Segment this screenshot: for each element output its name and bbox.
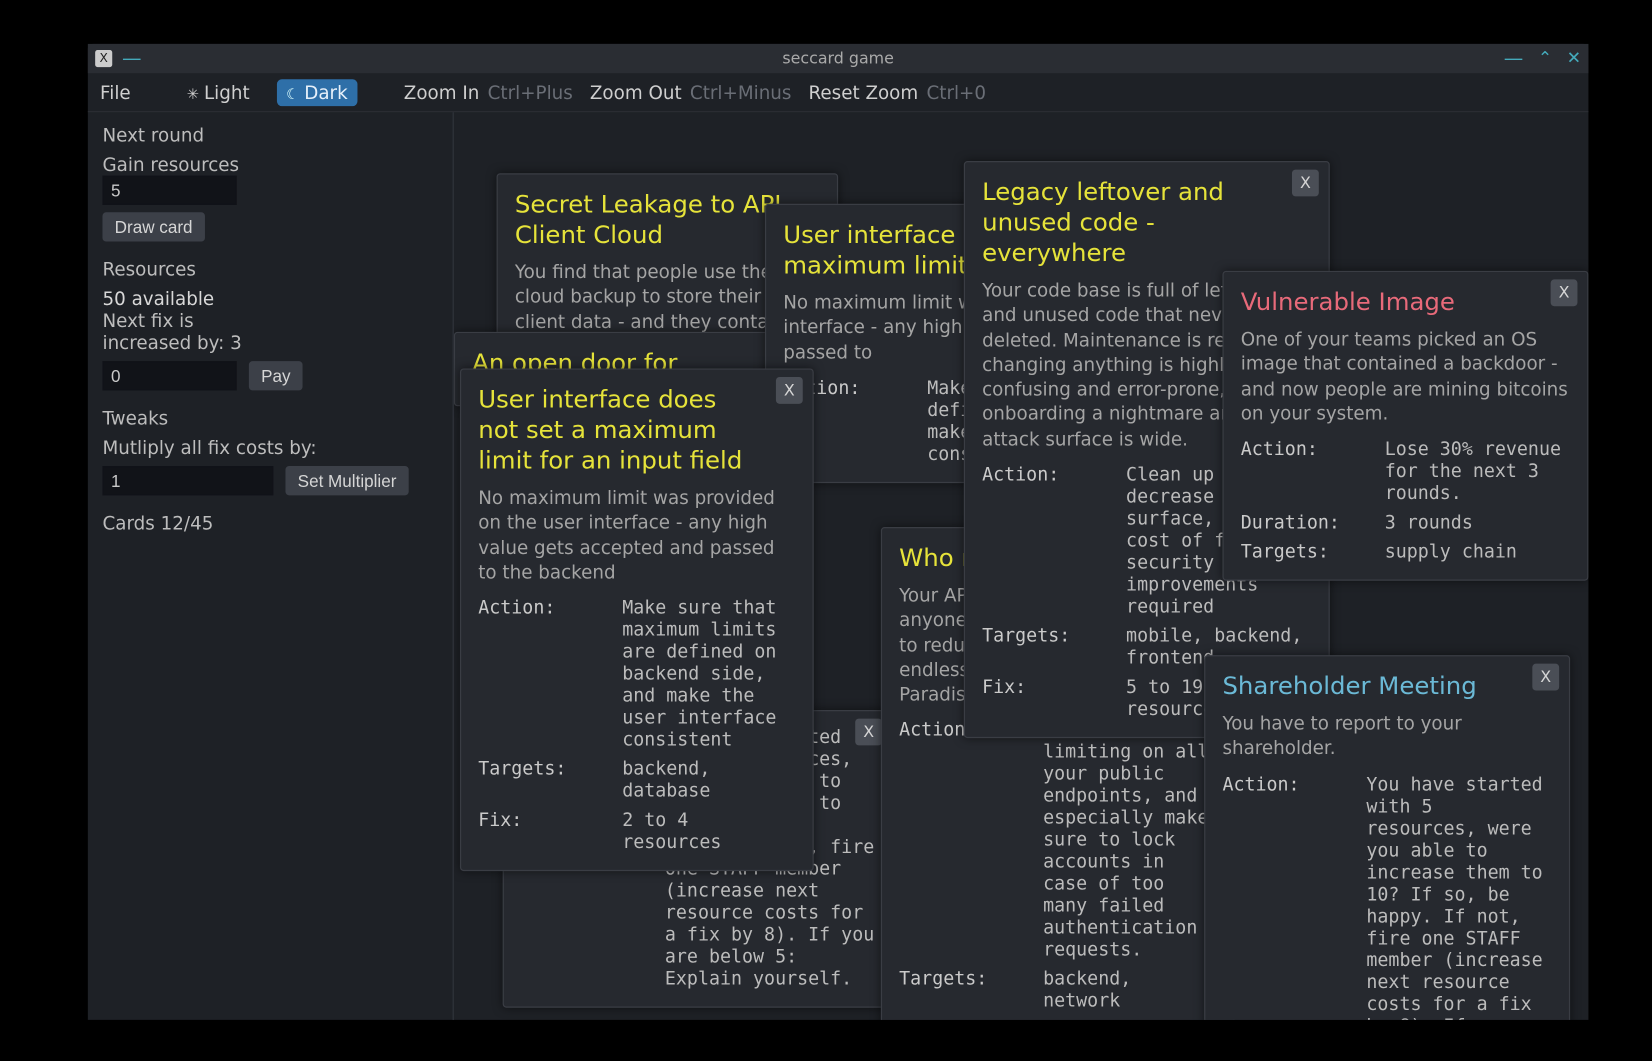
card-ui-limit-front[interactable]: X User interface does not set a maximum … — [460, 368, 814, 871]
card-title: Vulnerable Image — [1241, 287, 1570, 318]
action-key: Action: — [982, 463, 1116, 617]
window-maximize-button[interactable]: ⌃ — [1538, 49, 1552, 69]
next-fix-line2: increased by: 3 — [102, 332, 438, 354]
card-desc: No maximum limit was provided on the use… — [478, 486, 795, 585]
targets-value: backend, network — [1043, 968, 1216, 1012]
fix-key: Fix: — [899, 1019, 1033, 1020]
set-multiplier-button[interactable]: Set Multiplier — [285, 466, 408, 495]
moon-icon — [286, 81, 299, 103]
shortcut-reset-zoom: Ctrl+0 — [926, 81, 986, 103]
theme-dark-label: Dark — [304, 81, 347, 103]
action-value: Introduce rate limiting on all your publ… — [1043, 719, 1216, 961]
shortcut-zoom-in: Ctrl+Plus — [488, 81, 573, 103]
card-title: Shareholder Meeting — [1222, 671, 1551, 702]
card-close-button[interactable]: X — [1551, 279, 1578, 306]
theme-dark-button[interactable]: Dark — [276, 79, 357, 106]
menu-bar: File Light Dark Zoom In Ctrl+Plus Zoom O… — [88, 73, 1589, 112]
window-title: seccard game — [88, 49, 1589, 67]
targets-key: Targets: — [899, 968, 1033, 1012]
fix-key: Fix: — [478, 809, 612, 853]
duration-value: 3 rounds — [1385, 511, 1570, 533]
targets-key: Targets: — [1241, 540, 1375, 562]
fix-value: 5 to 11 resources — [1043, 1019, 1216, 1020]
theme-light-button[interactable]: Light — [177, 79, 259, 106]
sun-icon — [187, 81, 199, 103]
card-close-button[interactable]: X — [1292, 170, 1319, 197]
card-title: User interface does not set a maximum li… — [478, 384, 795, 476]
title-bar: X — seccard game — ⌃ ✕ — [88, 44, 1589, 73]
card-desc: You have to report to your shareholder. — [1222, 711, 1551, 760]
card-vulnerable-image[interactable]: X Vulnerable Image One of your teams pic… — [1222, 271, 1588, 581]
next-round-header: Next round — [102, 124, 438, 146]
card-title: Legacy leftover and unused code - everyw… — [982, 177, 1311, 268]
draw-card-button[interactable]: Draw card — [102, 212, 204, 241]
duration-key: Duration: — [1241, 511, 1375, 533]
pay-input[interactable] — [102, 361, 236, 390]
theme-light-label: Light — [204, 81, 250, 103]
targets-value: backend, database — [622, 758, 795, 802]
action-value: You have started with 5 resources, were … — [1366, 773, 1551, 1020]
menu-reset-zoom[interactable]: Reset Zoom Ctrl+0 — [809, 81, 987, 103]
menu-zoom-out[interactable]: Zoom Out Ctrl+Minus — [590, 81, 792, 103]
card-close-button[interactable]: X — [855, 719, 882, 746]
shortcut-zoom-out: Ctrl+Minus — [690, 81, 792, 103]
app-window: X — seccard game — ⌃ ✕ File Light Dark Z… — [88, 44, 1589, 1020]
window-close-button[interactable]: ✕ — [1567, 49, 1581, 69]
action-key: Action: — [899, 719, 1033, 961]
action-key: Action: — [1241, 438, 1375, 504]
card-shareholder-front[interactable]: X Shareholder Meeting You have to report… — [1204, 655, 1570, 1020]
fix-value: 2 to 4 resources — [622, 809, 795, 853]
targets-key: Targets: — [478, 758, 612, 802]
card-desc: One of your teams picked an OS image tha… — [1241, 327, 1570, 426]
action-key: Action: — [478, 597, 612, 751]
tweaks-header: Tweaks — [102, 407, 438, 429]
fix-key: Fix: — [982, 676, 1116, 720]
action-value: Lose 30% revenue for the next 3 rounds. — [1385, 438, 1570, 504]
gain-resources-input[interactable] — [102, 176, 236, 205]
multiplier-label: Mutliply all fix costs by: — [102, 437, 438, 459]
cards-count: Cards 12/45 — [102, 512, 438, 534]
next-fix-line1: Next fix is — [102, 310, 438, 332]
card-close-button[interactable]: X — [1532, 664, 1559, 691]
targets-key: Targets: — [982, 624, 1116, 668]
menu-zoom-in[interactable]: Zoom In Ctrl+Plus — [404, 81, 573, 103]
resources-available: 50 available — [102, 288, 438, 310]
targets-value: supply chain — [1385, 540, 1570, 562]
gain-resources-label: Gain resources — [102, 154, 438, 176]
pay-button[interactable]: Pay — [249, 361, 303, 390]
resources-header: Resources — [102, 259, 438, 281]
multiplier-input[interactable] — [102, 466, 273, 495]
sidebar: Next round Gain resources Draw card Reso… — [88, 112, 454, 1020]
menu-file[interactable]: File — [100, 81, 131, 103]
action-value: Make sure that maximum limits are define… — [622, 597, 795, 751]
board: Secret Leakage to API Client Cloud You f… — [454, 112, 1589, 1020]
action-key: Action: — [1222, 773, 1356, 1020]
app-icon: X — [95, 50, 112, 67]
card-close-button[interactable]: X — [776, 377, 803, 404]
